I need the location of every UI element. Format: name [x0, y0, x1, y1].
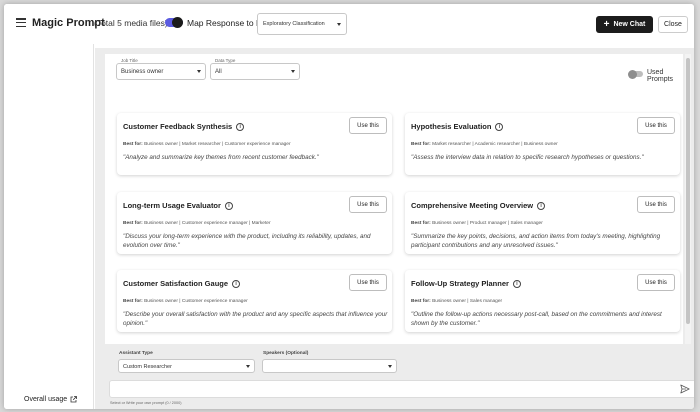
best-for-label: Best for: — [411, 299, 431, 304]
chevron-down-icon — [291, 70, 295, 73]
best-for-value: Business owner | Market researcher | Cus… — [144, 142, 291, 147]
best-for-value: Market researcher | Academic researcher … — [432, 142, 558, 147]
use-this-button[interactable]: Use this — [349, 274, 387, 291]
job-title-value: Business owner — [121, 69, 164, 75]
prompt-card[interactable]: Hypothesis Evaluation i Use this Best for… — [405, 113, 680, 175]
use-this-button[interactable]: Use this — [349, 117, 387, 134]
data-type-select[interactable]: All — [210, 63, 300, 80]
card-title: Customer Satisfaction Gauge — [123, 279, 229, 288]
best-for-value: Business owner | Customer experience man… — [144, 299, 248, 304]
info-icon[interactable]: i — [232, 279, 241, 288]
use-this-button[interactable]: Use this — [637, 117, 675, 134]
card-title: Long-term Usage Evaluator — [123, 201, 221, 210]
menu-icon[interactable] — [16, 18, 26, 27]
best-for-label: Best for: — [123, 142, 143, 147]
prompt-hint: Select or Write your own prompt (0 / 200… — [110, 401, 182, 405]
best-for-value: Business owner | Sales manager — [432, 299, 503, 304]
new-chat-button[interactable]: + New Chat — [596, 16, 653, 33]
best-for-label: Best for: — [123, 221, 143, 226]
prompt-list: Job Title Business owner Data Type All U… — [105, 54, 683, 344]
external-link-icon — [70, 396, 78, 403]
job-title-select[interactable]: Business owner — [116, 63, 206, 80]
sidebar: Overall usage — [4, 44, 94, 409]
main-panel: Job Title Business owner Data Type All U… — [95, 48, 694, 409]
card-description: "Assess the interview data in relation t… — [411, 154, 644, 161]
use-this-button[interactable]: Use this — [637, 274, 675, 291]
info-icon[interactable]: i — [537, 201, 546, 210]
chevron-down-icon — [337, 23, 341, 26]
info-icon[interactable]: i — [512, 279, 521, 288]
card-title: Customer Feedback Synthesis — [123, 122, 233, 131]
map-response-toggle[interactable] — [165, 17, 183, 28]
overall-usage-label: Overall usage — [24, 396, 68, 403]
chevron-down-icon — [388, 365, 392, 368]
use-this-button[interactable]: Use this — [637, 196, 675, 213]
plus-icon: + — [603, 18, 610, 30]
prompt-composer: Assistant Type Custom Researcher Speaker… — [105, 346, 694, 409]
chevron-down-icon — [246, 365, 250, 368]
speakers-select[interactable] — [262, 359, 397, 373]
prompt-card[interactable]: Follow-Up Strategy Planner i Use this Bes… — [405, 270, 680, 332]
card-description: "Describe your overall satisfaction with… — [123, 311, 388, 327]
modal-header: Magic Prompt (Total 5 media files) Map R… — [4, 4, 694, 44]
field-select[interactable]: Exploratory Classification — [257, 13, 347, 35]
use-this-button[interactable]: Use this — [349, 196, 387, 213]
info-icon[interactable]: i — [236, 122, 245, 131]
card-title: Hypothesis Evaluation — [411, 122, 492, 131]
scrollbar-thumb[interactable] — [686, 58, 690, 324]
prompt-card[interactable]: Customer Satisfaction Gauge i Use this Be… — [117, 270, 392, 332]
card-description: "Outline the follow-up actions necessary… — [411, 311, 662, 327]
data-type-value: All — [215, 69, 222, 75]
close-button[interactable]: Close — [658, 16, 688, 33]
best-for-value: Business owner | Product manager | Sales… — [432, 221, 543, 226]
media-count: (Total 5 media files) — [94, 18, 168, 28]
card-title: Follow-Up Strategy Planner — [411, 279, 509, 288]
used-prompts-toggle[interactable] — [628, 69, 643, 79]
scrollbar[interactable] — [685, 54, 691, 344]
assistant-type-select[interactable]: Custom Researcher — [118, 359, 255, 373]
prompt-card[interactable]: Long-term Usage Evaluator i Use this Best… — [117, 192, 392, 254]
used-prompts-label: Used Prompts — [647, 69, 674, 83]
new-chat-label: New Chat — [613, 21, 646, 28]
prompt-input[interactable] — [109, 380, 694, 398]
speakers-label: Speakers (Optional) — [263, 351, 309, 356]
prompt-card[interactable]: Customer Feedback Synthesis i Use this Be… — [117, 113, 392, 175]
best-for-value: Business owner | Customer experience man… — [144, 221, 271, 226]
assistant-type-label: Assistant Type — [119, 351, 153, 356]
info-icon[interactable]: i — [495, 122, 504, 131]
overall-usage-link[interactable]: Overall usage — [24, 396, 78, 403]
prompt-card[interactable]: Comprehensive Meeting Overview i Use this… — [405, 192, 680, 254]
assistant-type-value: Custom Researcher — [123, 364, 172, 370]
card-title: Comprehensive Meeting Overview — [411, 201, 534, 210]
magic-prompt-modal: Magic Prompt (Total 5 media files) Map R… — [4, 4, 694, 409]
card-description: "Analyze and summarize key themes from r… — [123, 154, 319, 161]
card-description: "Summarize the key points, decisions, an… — [411, 233, 661, 249]
field-select-value: Exploratory Classification — [263, 21, 325, 27]
best-for-label: Best for: — [411, 142, 431, 147]
info-icon[interactable]: i — [224, 201, 233, 210]
best-for-label: Best for: — [123, 299, 143, 304]
send-icon[interactable] — [680, 381, 690, 394]
best-for-label: Best for: — [411, 221, 431, 226]
chevron-down-icon — [197, 70, 201, 73]
card-description: "Discuss your long-term experience with … — [123, 233, 371, 249]
